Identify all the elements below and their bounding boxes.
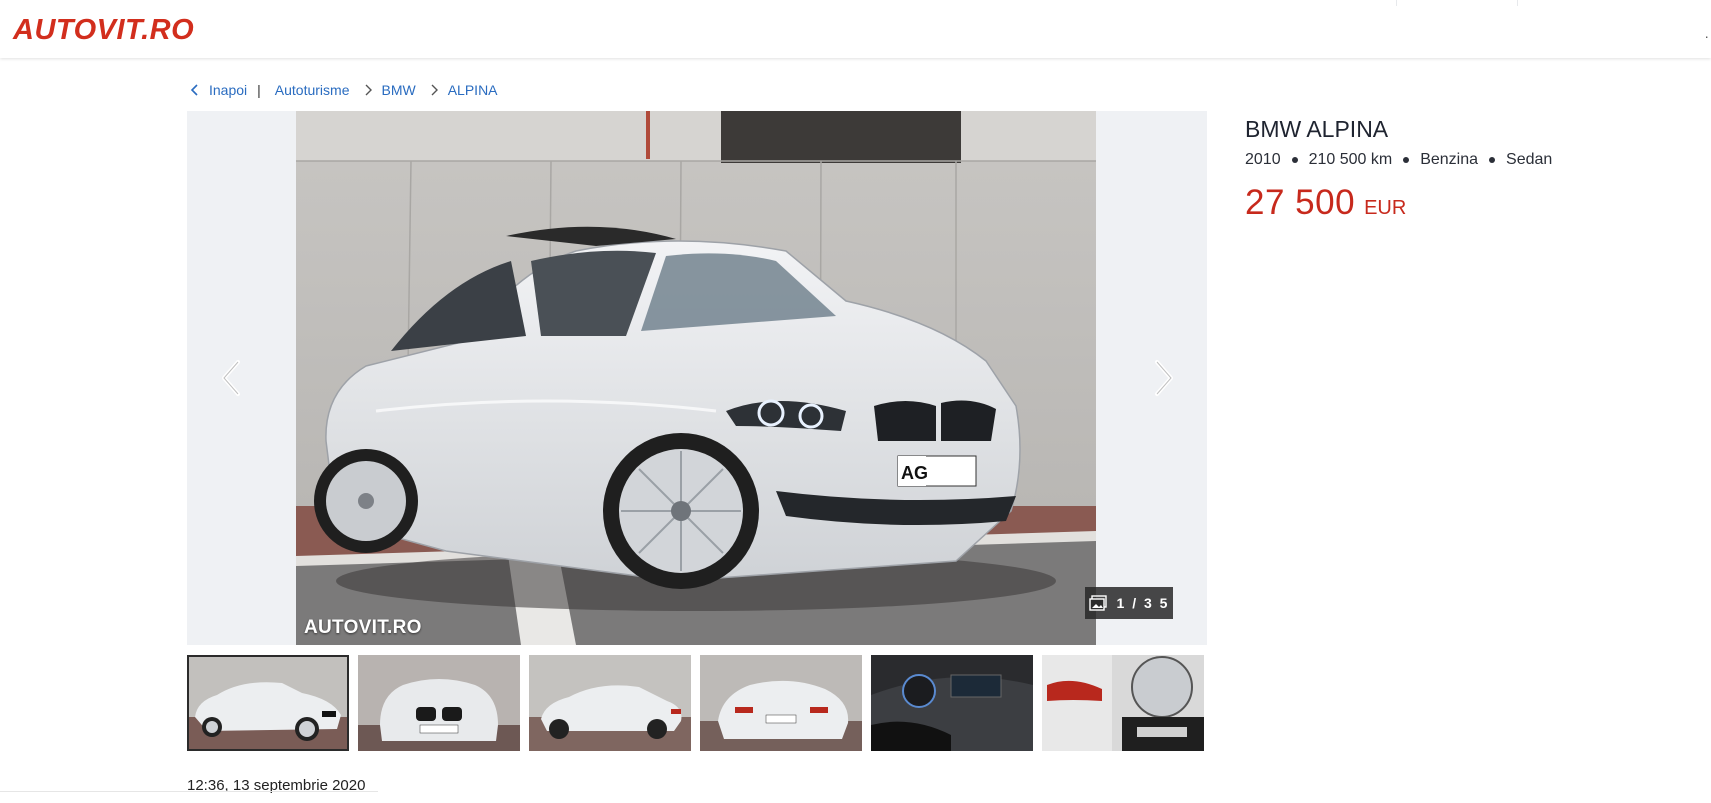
header-divider <box>1517 0 1518 6</box>
bullet-separator <box>1403 157 1410 163</box>
images-icon <box>1088 595 1107 611</box>
gallery-next-button[interactable] <box>1142 356 1186 400</box>
photo-counter-text: 1 / 3 5 <box>1116 595 1170 611</box>
breadcrumb-item-autoturisme[interactable]: Autoturisme <box>275 82 350 98</box>
chevron-right-icon <box>1155 360 1173 396</box>
listing-title: BMW ALPINA <box>1245 116 1389 142</box>
photo-watermark: AUTOVIT.RO <box>304 617 422 638</box>
listing-price: 27 500 EUR <box>1245 183 1665 223</box>
chevron-right-icon <box>360 82 376 98</box>
chevron-left-icon <box>187 82 203 98</box>
header-divider <box>1396 0 1397 6</box>
breadcrumb-item-alpina[interactable]: ALPINA <box>448 82 498 98</box>
gallery-prev-button[interactable] <box>209 356 253 400</box>
chevron-left-icon <box>222 360 240 396</box>
thumbnail-4[interactable] <box>700 655 862 751</box>
thumbnail-3[interactable] <box>529 655 691 751</box>
autovit-logo[interactable]: AUTOVIT.RO <box>13 13 194 47</box>
bullet-separator <box>1291 157 1298 163</box>
thumbnail-1[interactable] <box>187 655 349 751</box>
back-link[interactable]: Inapoi <box>209 82 247 98</box>
price-amount: 27 500 <box>1245 183 1356 222</box>
listing-info-panel: BMW ALPINA 2010 210 500 km Benzina Sedan… <box>1245 115 1665 223</box>
thumbnail-6[interactable] <box>1042 655 1204 751</box>
main-car-photo[interactable]: AG AUTOVIT.RO <box>296 111 1096 645</box>
price-currency: EUR <box>1364 197 1407 219</box>
breadcrumb-separator: | <box>257 82 261 98</box>
chevron-right-icon <box>426 82 442 98</box>
thumbnail-strip <box>187 655 1207 751</box>
menu-edge-icon[interactable]: · <box>1704 28 1709 44</box>
spec-fuel: Benzina <box>1420 151 1479 168</box>
photo-gallery: AG AUTOVIT.RO 1 / 3 5 <box>187 111 1207 645</box>
top-header: AUTOVIT.RO · <box>0 0 1711 58</box>
thumbnail-2[interactable] <box>358 655 520 751</box>
breadcrumb: Inapoi | Autoturisme BMW ALPINA <box>187 80 498 100</box>
photo-counter[interactable]: 1 / 3 5 <box>1085 587 1173 619</box>
bullet-separator <box>1489 157 1496 163</box>
bottom-divider <box>0 791 378 792</box>
spec-year: 2010 <box>1245 151 1281 168</box>
spec-body: Sedan <box>1506 151 1553 168</box>
thumbnail-5[interactable] <box>871 655 1033 751</box>
svg-text:AG: AG <box>901 463 928 483</box>
spec-mileage: 210 500 km <box>1308 151 1393 168</box>
listing-specs: 2010 210 500 km Benzina Sedan <box>1245 151 1665 169</box>
breadcrumb-item-bmw[interactable]: BMW <box>382 82 416 98</box>
